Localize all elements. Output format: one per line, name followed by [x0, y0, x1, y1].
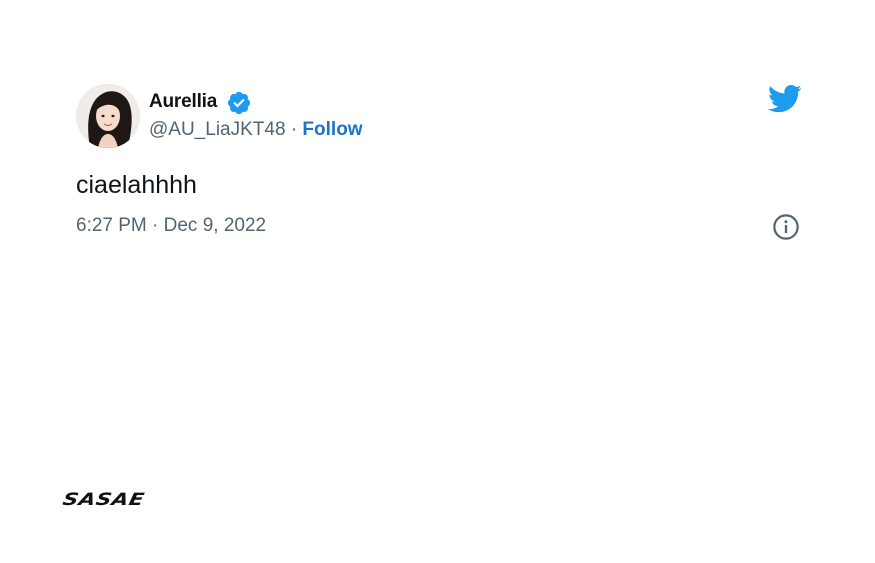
- info-icon[interactable]: [772, 213, 800, 241]
- brand-watermark-logo: SASAE: [60, 490, 147, 510]
- twitter-bird-icon[interactable]: [768, 84, 802, 114]
- tweet-card: Aurellia @AU_LiaJKT48 · Follow ciaelahhh…: [76, 84, 804, 244]
- verified-badge-icon: [227, 91, 251, 115]
- avatar-image: [76, 84, 140, 148]
- follow-button[interactable]: Follow: [302, 119, 362, 140]
- author-name[interactable]: Aurellia: [149, 90, 217, 114]
- separator-dot: ·: [290, 119, 298, 140]
- tweet-text: ciaelahhhh: [76, 171, 197, 199]
- tweet-timestamp[interactable]: 6:27 PM · Dec 9, 2022: [76, 214, 266, 238]
- handle-row: @AU_LiaJKT48 · Follow: [149, 118, 363, 142]
- author-handle[interactable]: @AU_LiaJKT48: [149, 119, 286, 140]
- avatar[interactable]: [76, 84, 140, 148]
